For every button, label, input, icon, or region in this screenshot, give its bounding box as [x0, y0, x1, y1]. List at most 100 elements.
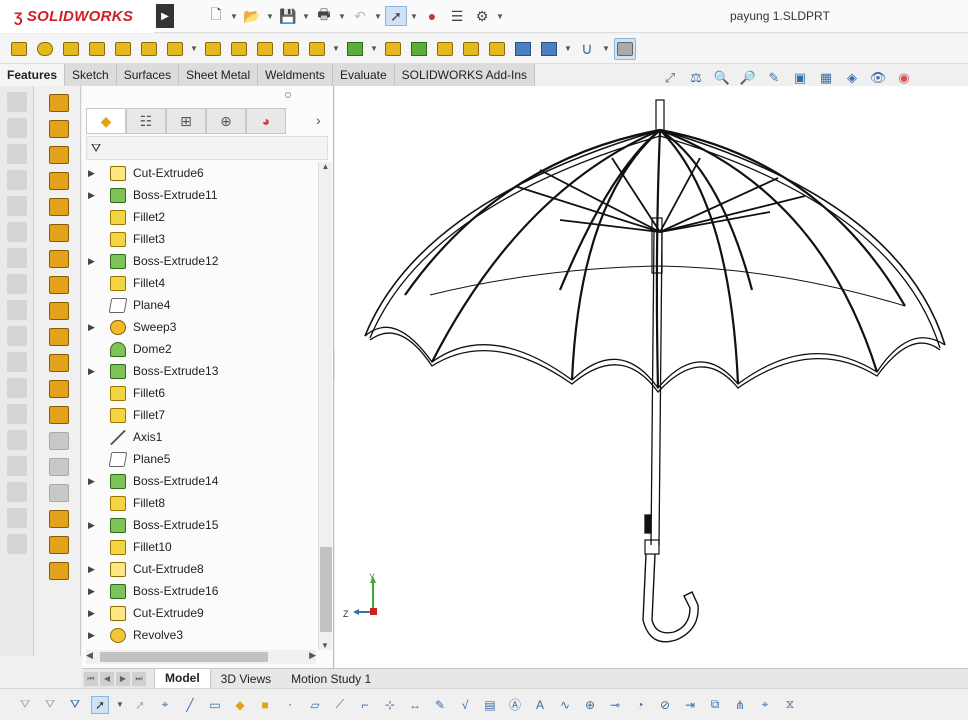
- cosmetic-thread-icon[interactable]: ⋔: [731, 696, 749, 714]
- balloon-icon[interactable]: ◔: [631, 696, 649, 714]
- feature-tool-icon[interactable]: [49, 510, 69, 528]
- draft-icon[interactable]: [408, 38, 430, 60]
- sketch-tool-icon[interactable]: [6, 378, 27, 398]
- solidworks-logo[interactable]: Ʒ SOLIDWORKS: [0, 0, 154, 33]
- tree-item[interactable]: ▶ Boss-Extrude13: [82, 360, 318, 382]
- tree-item[interactable]: ▶ Boss-Extrude15: [82, 514, 318, 536]
- tree-item[interactable]: Fillet7: [82, 404, 318, 426]
- chevron-down-icon[interactable]: ▼: [410, 6, 418, 26]
- expand-arrow-icon[interactable]: ▶: [88, 564, 100, 575]
- scroll-down-icon[interactable]: ▼: [319, 641, 331, 650]
- view-orientation-icon[interactable]: ▣: [790, 68, 810, 88]
- chevron-down-icon[interactable]: ▼: [338, 6, 346, 26]
- feature-tool-icon[interactable]: [49, 380, 69, 398]
- fillet-icon[interactable]: [306, 38, 328, 60]
- tab-model[interactable]: Model: [154, 668, 211, 689]
- tree-item[interactable]: Fillet10: [82, 536, 318, 558]
- sketch-tool-icon[interactable]: [6, 534, 27, 554]
- expand-arrow-icon[interactable]: ▶: [88, 256, 100, 267]
- lofted-boss-icon[interactable]: [86, 38, 108, 60]
- extruded-cut-icon[interactable]: [138, 38, 160, 60]
- tree-item[interactable]: ▶ Cut-Extrude6: [82, 162, 318, 184]
- tree-item[interactable]: ▶ Boss-Extrude12: [82, 250, 318, 272]
- tree-item[interactable]: Fillet8: [82, 492, 318, 514]
- feature-tool-icon[interactable]: [49, 302, 69, 320]
- edit-appearance-icon[interactable]: 👁: [868, 68, 888, 88]
- expand-arrow-icon[interactable]: ▶: [88, 168, 100, 179]
- revolved-boss-icon[interactable]: [34, 38, 56, 60]
- tree-item[interactable]: ▶ Sweep3: [82, 316, 318, 338]
- sketch-tool-icon[interactable]: [6, 326, 27, 346]
- scroll-left-icon[interactable]: ◀: [86, 650, 93, 661]
- save-icon[interactable]: 💾: [277, 6, 299, 26]
- tab-addins[interactable]: SOLIDWORKS Add-Ins: [394, 64, 536, 86]
- sketch-tool-icon[interactable]: [6, 248, 27, 268]
- tab-features[interactable]: Features: [0, 64, 66, 86]
- tab-sheet-metal[interactable]: Sheet Metal: [179, 64, 259, 86]
- undo-icon[interactable]: ↶: [349, 6, 371, 26]
- new-icon[interactable]: 🗋: [205, 6, 227, 26]
- curve-icon[interactable]: ∿: [556, 696, 574, 714]
- hole-callout-icon[interactable]: ⊘: [656, 696, 674, 714]
- tree-item[interactable]: Plane4: [82, 294, 318, 316]
- feature-tool-icon[interactable]: [49, 562, 69, 580]
- tree-vertical-scrollbar[interactable]: ▲ ▼: [318, 162, 332, 650]
- mirror-icon[interactable]: [512, 38, 534, 60]
- filter-icon[interactable]: ⛛: [91, 141, 101, 156]
- chevron-down-icon[interactable]: ▼: [302, 6, 310, 26]
- sketch-tool-icon[interactable]: [6, 482, 27, 502]
- vertex-icon[interactable]: ⋅: [281, 696, 299, 714]
- surface-finish-icon[interactable]: √: [456, 696, 474, 714]
- feature-tool-icon[interactable]: [49, 276, 69, 294]
- chevron-down-icon[interactable]: ▼: [230, 6, 238, 26]
- feature-tool-icon[interactable]: [49, 172, 69, 190]
- expand-arrow-icon[interactable]: ▶: [88, 366, 100, 377]
- tree-item[interactable]: Fillet4: [82, 272, 318, 294]
- configurationmanager-tab-icon[interactable]: ⊞: [166, 108, 206, 134]
- display-style-icon[interactable]: ▦: [816, 68, 836, 88]
- feature-tool-icon[interactable]: [49, 198, 69, 216]
- sketch-point-icon[interactable]: ⊹: [381, 696, 399, 714]
- feature-tool-icon[interactable]: [49, 432, 69, 450]
- tree-item[interactable]: ▶ Cut-Extrude8: [82, 558, 318, 580]
- expand-arrow-icon[interactable]: ▶: [88, 322, 100, 333]
- expand-arrow-icon[interactable]: ▶: [88, 608, 100, 619]
- filter-icon[interactable]: ⛛: [16, 696, 34, 714]
- text-icon[interactable]: A: [531, 696, 549, 714]
- boundary-cut-icon[interactable]: [280, 38, 302, 60]
- tab-3d-views[interactable]: 3D Views: [211, 669, 281, 689]
- sketch-tool-icon[interactable]: [6, 274, 27, 294]
- chevron-down-icon[interactable]: ▼: [190, 44, 198, 53]
- dimxpertmanager-tab-icon[interactable]: ⊕: [206, 108, 246, 134]
- sketch-tool-icon[interactable]: [6, 352, 27, 372]
- rectangle-icon[interactable]: ▭: [206, 696, 224, 714]
- swept-boss-icon[interactable]: [60, 38, 82, 60]
- featuremanager-tab-icon[interactable]: ◆: [86, 108, 126, 134]
- sketch-tool-icon[interactable]: [6, 300, 27, 320]
- feature-tool-icon[interactable]: [49, 224, 69, 242]
- reference-geometry-icon[interactable]: [538, 38, 560, 60]
- chevron-down-icon[interactable]: ▼: [496, 6, 504, 26]
- expand-arrow-icon[interactable]: ▶: [88, 190, 100, 201]
- expand-arrow-icon[interactable]: ▶: [88, 630, 100, 641]
- sketch-tool-icon[interactable]: [6, 508, 27, 528]
- pin-icon[interactable]: ⌖: [756, 696, 774, 714]
- dynamic-annotation-icon[interactable]: ✎: [764, 68, 784, 88]
- rebuild-icon[interactable]: ●: [421, 6, 443, 26]
- feature-tool-icon[interactable]: [49, 120, 69, 138]
- feature-tool-icon[interactable]: [49, 458, 69, 476]
- feature-tool-icon[interactable]: [49, 354, 69, 372]
- sketch-tool-icon[interactable]: [6, 404, 27, 424]
- scroll-right-icon[interactable]: ▶: [309, 650, 316, 661]
- tree-item[interactable]: Plane5: [82, 448, 318, 470]
- panel-grip-icon[interactable]: [285, 92, 291, 98]
- tab-weldments[interactable]: Weldments: [258, 64, 333, 86]
- block-icon[interactable]: ⧉: [706, 696, 724, 714]
- line-icon[interactable]: ╱: [181, 696, 199, 714]
- menu-expand-arrow-icon[interactable]: ▶: [156, 4, 174, 28]
- options-icon[interactable]: ⚙: [471, 6, 493, 26]
- chevron-down-icon[interactable]: ▼: [602, 44, 610, 53]
- zoom-to-fit-icon[interactable]: ⤢: [660, 68, 680, 88]
- feature-tool-icon[interactable]: [49, 328, 69, 346]
- file-properties-icon[interactable]: ☰: [446, 6, 468, 26]
